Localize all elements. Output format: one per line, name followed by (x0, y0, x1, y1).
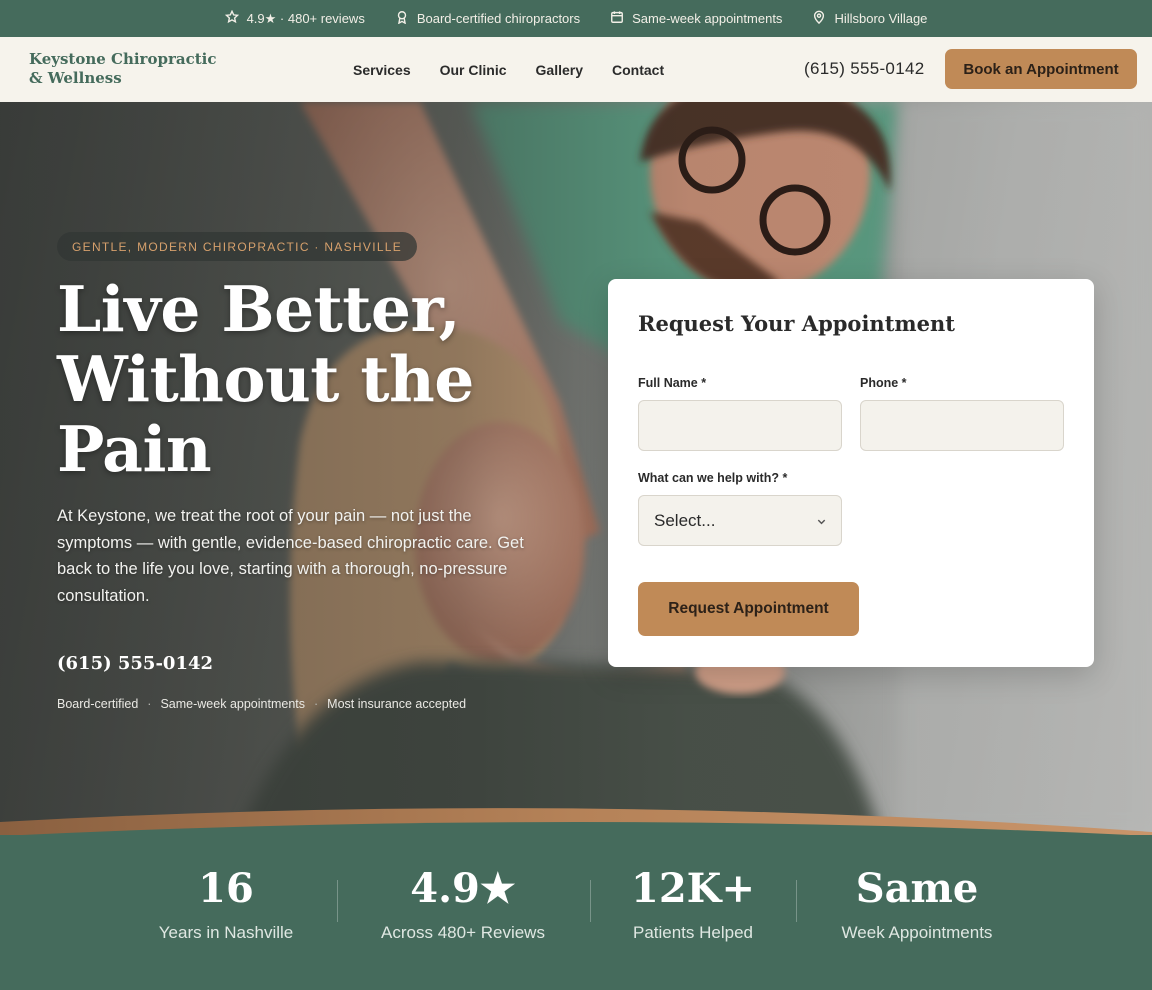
topbar-reviews-text: 4.9★ · 480+ reviews (246, 10, 365, 26)
hero-eyebrow-badge: GENTLE, MODERN CHIROPRACTIC · NASHVILLE (57, 232, 418, 261)
topbar-certified-text: Board-certified chiropractors (416, 11, 581, 26)
nav-gallery[interactable]: Gallery (536, 62, 583, 78)
full-name-input[interactable] (638, 400, 842, 451)
stat-same-week: Same Week Appointments (827, 867, 1007, 943)
book-appointment-button[interactable]: Book an Appointment (945, 49, 1137, 89)
trust-separator: · (147, 697, 152, 711)
stat-label: Week Appointments (841, 923, 993, 942)
hero-title: Live Better, Without the Pain (57, 272, 474, 486)
award-icon (395, 10, 409, 27)
hero-subtitle: At Keystone, we treat the root of your p… (57, 507, 524, 605)
trust-item-appointments: Same-week appointments (160, 697, 305, 711)
section-divider-curve (0, 808, 1152, 840)
trust-item-certified: Board-certified (57, 697, 139, 711)
calendar-icon (610, 10, 624, 27)
nav-services[interactable]: Services (353, 62, 411, 78)
topbar-appointments-text: Same-week appointments (632, 11, 783, 26)
stat-divider (337, 880, 338, 922)
topbar-appointments: Same-week appointments (610, 10, 782, 27)
request-appointment-button[interactable]: Request Appointment (638, 582, 859, 636)
form-title: Request Your Appointment (638, 311, 955, 336)
main-nav: Services Our Clinic Gallery Contact (353, 37, 664, 102)
topbar-certified: Board-certified chiropractors (395, 10, 580, 27)
map-pin-icon (812, 10, 826, 27)
logo-line-2: & Wellness (29, 69, 122, 87)
appointment-form-card: Request Your Appointment Full Name * Pho… (608, 279, 1094, 667)
help-topic-label: What can we help with? * (638, 471, 788, 485)
phone-input[interactable] (860, 400, 1064, 451)
hero-phone-link[interactable]: (615) 555-0142 (57, 653, 213, 674)
stat-value: 12K+ (631, 865, 755, 912)
hero-trust-list: Board-certified · Same-week appointments… (57, 697, 466, 711)
stats-band: 16 Years in Nashville 4.9★ Across 480+ R… (0, 835, 1152, 990)
stat-label: Years in Nashville (158, 923, 294, 942)
stat-divider (590, 880, 591, 922)
logo[interactable]: Keystone Chiropractic & Wellness (29, 50, 229, 88)
star-icon (224, 9, 239, 27)
top-info-bar: 4.9★ · 480+ reviews Board-certified chir… (0, 0, 1152, 37)
stat-reviews: 4.9★ Across 480+ Reviews (368, 867, 558, 943)
trust-item-insurance: Most insurance accepted (327, 697, 467, 711)
nav-contact[interactable]: Contact (612, 62, 664, 78)
help-topic-selected: Select... (654, 510, 716, 530)
phone-label: Phone * (860, 376, 907, 390)
trust-separator: · (314, 697, 319, 711)
stat-label: Patients Helped (632, 923, 754, 942)
topbar-reviews: 4.9★ · 480+ reviews (224, 9, 365, 27)
stat-years: 16 Years in Nashville (146, 867, 306, 943)
site-header: Keystone Chiropractic & Wellness Service… (0, 37, 1152, 102)
stat-divider (796, 880, 797, 922)
nav-our-clinic[interactable]: Our Clinic (440, 62, 507, 78)
stat-value: 16 (198, 865, 254, 912)
full-name-label: Full Name * (638, 376, 707, 390)
stat-patients: 12K+ Patients Helped (618, 867, 768, 943)
topbar-location: Hillsboro Village (812, 10, 927, 27)
hero-section: GENTLE, MODERN CHIROPRACTIC · NASHVILLE … (0, 102, 1152, 832)
topbar-location-text: Hillsboro Village (834, 11, 928, 26)
help-topic-select[interactable]: Select... (638, 495, 842, 546)
logo-line-1: Keystone Chiropractic (29, 50, 217, 68)
stat-value: Same (855, 865, 979, 912)
stat-value: 4.9★ (410, 865, 516, 912)
header-phone-link[interactable]: (615) 555-0142 (804, 59, 924, 79)
stat-label: Across 480+ Reviews (381, 923, 545, 942)
